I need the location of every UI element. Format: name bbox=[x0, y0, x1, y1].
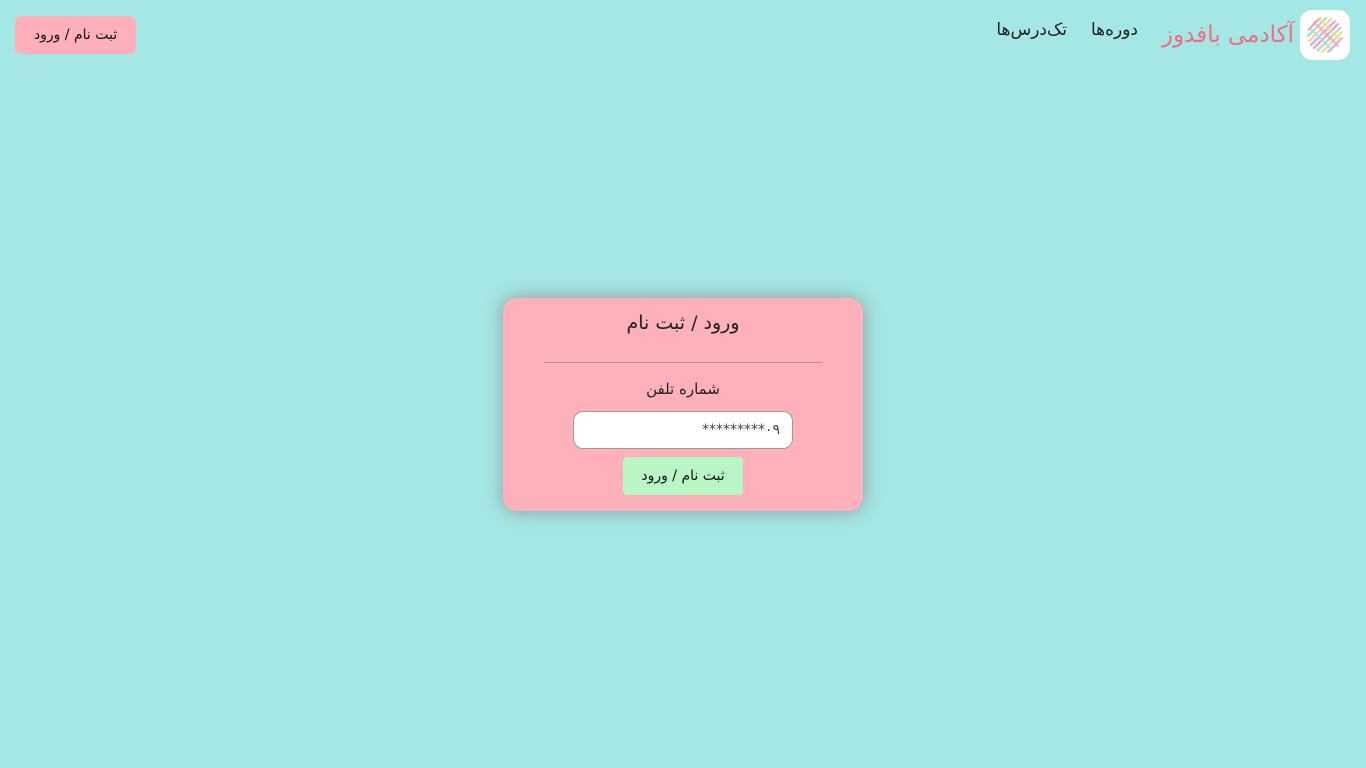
nav-link-courses[interactable]: دوره‌ها bbox=[1091, 20, 1138, 40]
phone-input[interactable] bbox=[573, 411, 793, 449]
main-nav: دوره‌ها تک‌درس‌ها bbox=[996, 20, 1138, 40]
login-card: ورود / ثبت نام شماره تلفن ثبت نام / ورود bbox=[503, 298, 863, 511]
card-divider bbox=[544, 362, 822, 363]
brand[interactable]: آکادمی بافدوز bbox=[1162, 10, 1350, 60]
brand-title[interactable]: آکادمی بافدوز bbox=[1162, 22, 1294, 48]
header-signup-login-button[interactable]: ثبت نام / ورود bbox=[15, 16, 136, 54]
phone-label: شماره تلفن bbox=[646, 380, 720, 398]
signup-login-submit-button[interactable]: ثبت نام / ورود bbox=[623, 457, 743, 495]
login-card-title: ورود / ثبت نام bbox=[626, 312, 740, 334]
top-header: آکادمی بافدوز دوره‌ها تک‌درس‌ها ثبت نام … bbox=[0, 0, 1366, 70]
nav-link-single-lessons[interactable]: تک‌درس‌ها bbox=[996, 20, 1067, 40]
yarn-stripes-logo-icon bbox=[1300, 10, 1350, 60]
